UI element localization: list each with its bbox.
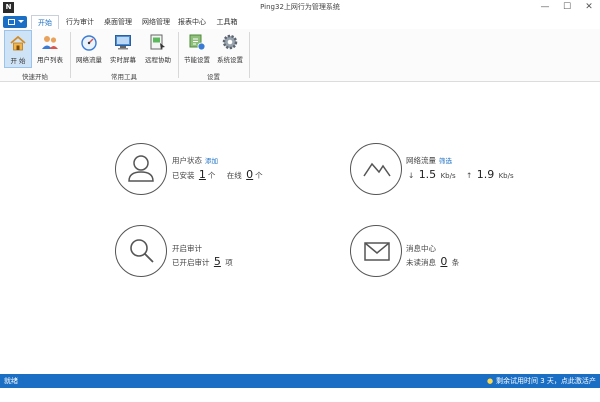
audit-enabled-label: 已开启审计 (172, 258, 210, 267)
chevron-down-icon (18, 20, 24, 23)
ribbon-tab-bar: 开始 行为审计 桌面管理 网络管理 报表中心 工具箱 (0, 15, 600, 30)
tab-desktop-management[interactable]: 桌面管理 (100, 15, 136, 29)
online-label: 在线 (226, 171, 242, 180)
audit-unit: 项 (225, 258, 233, 267)
system-settings-button[interactable]: 系统设置 (215, 30, 245, 68)
group-label-quick-start: 快速开始 (22, 73, 48, 81)
users-icon (42, 36, 58, 49)
audit-title: 开启审计 (172, 244, 202, 253)
line-chart-icon (363, 162, 391, 177)
status-bar: 就绪 ● 剩余试用时间 3 天，点此激活产品。 (0, 374, 600, 399)
lightbulb-icon: ● (487, 377, 494, 385)
tab-network-management[interactable]: 网络管理 (138, 15, 174, 29)
audit-enabled-count[interactable]: 5 (214, 255, 221, 268)
network-traffic-icon-circle[interactable] (350, 143, 402, 195)
user-list-button[interactable]: 用户列表 (34, 30, 66, 68)
network-traffic-line: ↓ 1.5 Kb/s ↑ 1.9 Kb/s (408, 168, 514, 181)
download-arrow-icon: ↓ (408, 171, 415, 180)
network-traffic-title-text: 网络流量 (406, 156, 436, 165)
ribbon-separator (178, 32, 179, 78)
home-icon (10, 35, 26, 51)
unread-unit: 条 (451, 258, 460, 267)
filter-link[interactable]: 筛选 (439, 157, 452, 165)
network-traffic-title: 网络流量 筛选 (406, 155, 452, 166)
monitor-icon (115, 35, 131, 50)
status-text: 就绪 (4, 377, 18, 385)
realtime-screen-button[interactable]: 实时屏幕 (108, 30, 138, 68)
installed-count[interactable]: 1 (199, 168, 206, 181)
magnifier-icon (130, 239, 154, 263)
remote-assist-button[interactable]: 远程协助 (143, 30, 173, 68)
upload-unit: Kb/s (498, 172, 514, 180)
maximize-button[interactable]: ☐ (556, 0, 578, 15)
power-settings-label: 节能设置 (184, 56, 210, 64)
power-settings-button[interactable]: 节能设置 (182, 30, 212, 68)
upload-arrow-icon: ↑ (466, 171, 473, 180)
realtime-screen-label: 实时屏幕 (110, 56, 136, 64)
minimize-button[interactable]: — (534, 0, 556, 15)
ribbon: 开 始 用户列表 快速开始 网络流量 实时屏幕 远程协助 常用工具 节能设置 系… (0, 29, 600, 82)
gear-icon (222, 34, 238, 50)
trial-activation-link[interactable]: 剩余试用时间 3 天，点此激活产品。 (496, 374, 600, 402)
start-label: 开 始 (10, 57, 26, 65)
close-button[interactable]: ✕ (578, 0, 600, 15)
user-status-line: 已安装 1个 在线 0个 (172, 168, 263, 181)
tab-behavior-audit[interactable]: 行为审计 (62, 15, 98, 29)
remote-icon (150, 34, 165, 50)
power-settings-icon (189, 34, 206, 51)
download-rate: 1.5 (418, 168, 437, 181)
message-center-line: 未读消息 0 条 (406, 255, 459, 268)
tab-report-center[interactable]: 报表中心 (174, 15, 210, 29)
audit-line: 已开启审计 5 项 (172, 255, 233, 268)
installed-unit: 个 (207, 171, 216, 180)
online-unit: 个 (255, 171, 263, 180)
title-bar: N Ping32上网行为管理系统 — ☐ ✕ (0, 0, 600, 16)
tab-toolbox[interactable]: 工具箱 (212, 15, 242, 29)
unread-label: 未读消息 (406, 258, 436, 267)
envelope-icon (364, 242, 390, 261)
user-status-title-text: 用户状态 (172, 156, 202, 165)
download-unit: Kb/s (440, 172, 456, 180)
system-settings-label: 系统设置 (217, 56, 243, 64)
group-label-common-tools: 常用工具 (111, 73, 137, 81)
network-traffic-button[interactable]: 网络流量 (74, 30, 104, 68)
start-button[interactable]: 开 始 (4, 30, 32, 68)
network-traffic-label: 网络流量 (76, 56, 102, 64)
ribbon-separator (70, 32, 71, 78)
user-status-icon-circle[interactable] (115, 143, 167, 195)
unread-count[interactable]: 0 (440, 255, 447, 268)
user-list-label: 用户列表 (37, 56, 63, 64)
group-label-settings: 设置 (207, 73, 220, 81)
message-center-title: 消息中心 (406, 244, 436, 253)
online-count[interactable]: 0 (246, 168, 253, 181)
gauge-icon (81, 35, 97, 51)
message-center-icon-circle[interactable] (350, 225, 402, 277)
ribbon-separator (249, 32, 250, 78)
installed-label: 已安装 (172, 171, 195, 180)
upload-rate: 1.9 (476, 168, 495, 181)
audit-icon-circle[interactable] (115, 225, 167, 277)
tab-start[interactable]: 开始 (31, 15, 59, 30)
user-status-title: 用户状态 添加 (172, 155, 218, 166)
person-icon (128, 155, 154, 182)
menu-icon (8, 19, 15, 25)
window-title: Ping32上网行为管理系统 (260, 3, 340, 11)
remote-assist-label: 远程协助 (145, 56, 171, 64)
app-menu-button[interactable] (3, 16, 27, 28)
add-user-link[interactable]: 添加 (205, 157, 218, 165)
